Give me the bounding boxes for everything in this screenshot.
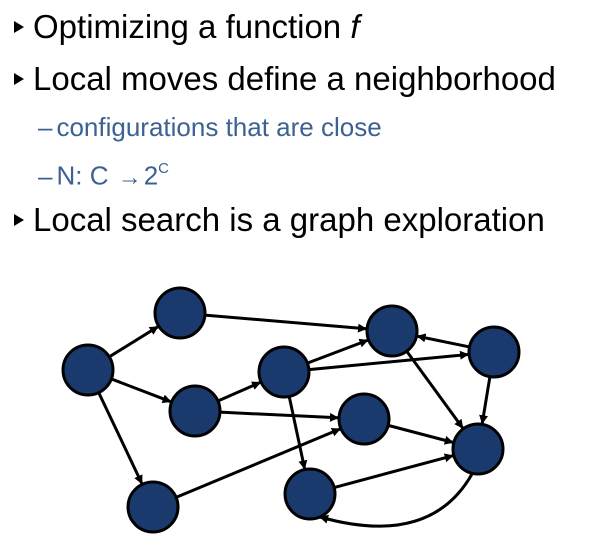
graph-node-7 <box>451 422 505 476</box>
graph-node-5 <box>467 325 521 379</box>
graph-edge-12 <box>387 423 454 445</box>
graph-node-4 <box>365 304 419 358</box>
graph-edge-1 <box>110 377 172 404</box>
graph-edge-0 <box>108 325 159 359</box>
graph-node-9 <box>126 480 180 534</box>
graph-edge-14 <box>333 453 454 489</box>
graph-edge-6 <box>306 338 369 365</box>
graph-node-6 <box>337 392 391 446</box>
graph-node-3 <box>257 345 311 399</box>
graph-edge-8 <box>287 396 308 470</box>
graph-edge-2 <box>97 391 144 485</box>
graph-edge-11 <box>405 350 464 429</box>
graph-edge-10 <box>479 376 492 425</box>
graph-edge-9 <box>416 333 470 349</box>
graph-node-2 <box>168 384 222 438</box>
graph-edge-3 <box>204 313 367 333</box>
graph-node-0 <box>153 286 207 340</box>
graph-edge-15 <box>319 473 474 528</box>
graph-node-8 <box>283 467 337 521</box>
graph-edge-4 <box>217 381 262 403</box>
neighborhood-graph <box>61 286 521 534</box>
graph-node-1 <box>61 343 115 397</box>
graph-edge-5 <box>219 410 339 422</box>
